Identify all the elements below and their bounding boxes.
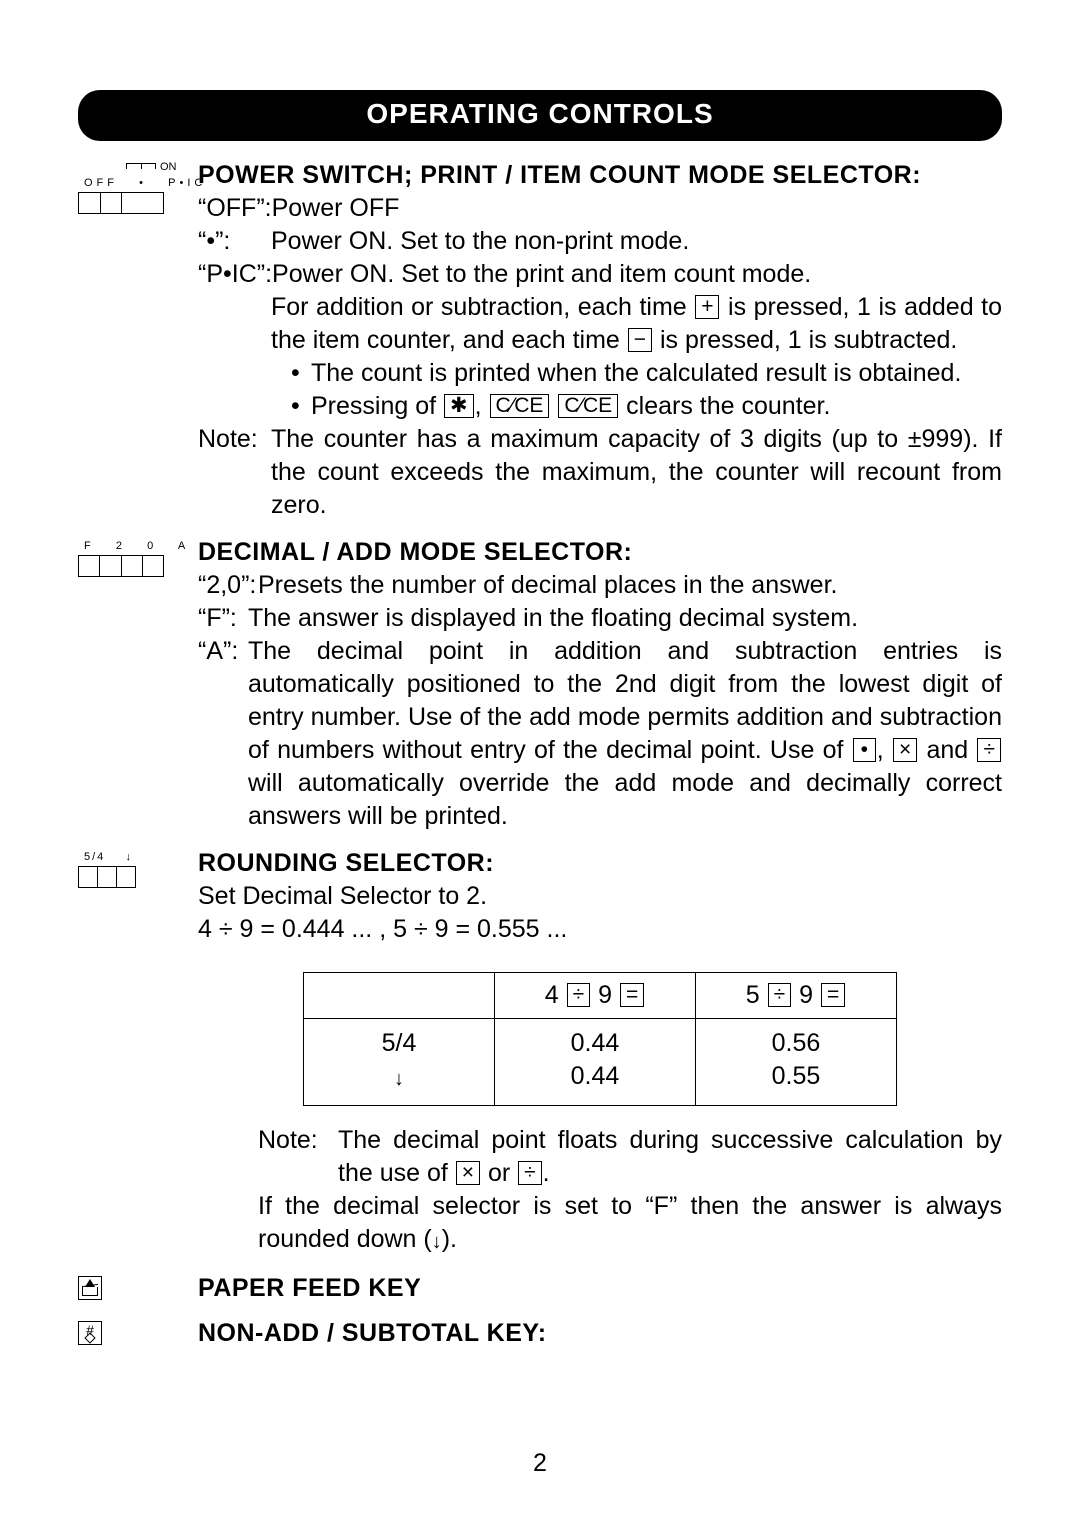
switch-body-icon — [78, 192, 164, 214]
rounding-title: ROUNDING SELECTOR: — [198, 847, 1002, 880]
minus-key-icon: − — [628, 328, 652, 352]
times-key-icon: × — [893, 738, 917, 762]
rounding-selector-section: 5/4 ↓ ROUNDING SELECTOR: Set Decimal Sel… — [78, 847, 1002, 1256]
rounding-r2c2: 0.44 — [495, 1060, 696, 1106]
page-number: 2 — [0, 1447, 1080, 1480]
decimal-title: DECIMAL / ADD MODE SELECTOR: — [198, 536, 1002, 569]
divide-key-icon: ÷ — [768, 983, 792, 1007]
clear-key-2-icon: C⁄CE — [490, 394, 550, 418]
rounding-switch-body-icon — [78, 866, 136, 888]
clear-key-3-icon: C⁄CE — [558, 394, 618, 418]
bullet-print-count: The count is printed when the calculated… — [311, 357, 961, 390]
nonadd-key-icon: # — [78, 1321, 102, 1345]
power-dot-val: Power ON. Set to the non-print mode. — [271, 225, 1002, 258]
power-switch-section: ON OFF • P•IC POWER SWITCH; PRINT / ITEM… — [78, 159, 1002, 522]
rounding-note-val: The decimal point floats during successi… — [338, 1124, 1002, 1190]
rounding-line2: 4 ÷ 9 = 0.444 ... , 5 ÷ 9 = 0.555 ... — [198, 913, 1002, 946]
power-pic-key: “P•IC”: — [198, 258, 272, 291]
rounding-switch-diagram: 5/4 ↓ — [78, 847, 198, 888]
equals-key-icon: = — [821, 983, 845, 1007]
dec-a-val: The decimal point in addition and subtra… — [248, 635, 1002, 833]
power-note-val: The counter has a maximum capacity of 3 … — [271, 423, 1002, 522]
power-switch-title: POWER SWITCH; PRINT / ITEM COUNT MODE SE… — [198, 159, 1002, 192]
section-banner: OPERATING CONTROLS — [78, 90, 1002, 141]
dec-f-val: The answer is displayed in the floating … — [248, 602, 1002, 635]
paper-feed-title: PAPER FEED KEY — [198, 1272, 1002, 1305]
power-switch-diagram: ON OFF • P•IC — [78, 159, 198, 214]
rounding-line1: Set Decimal Selector to 2. — [198, 880, 1002, 913]
divide-key-icon: ÷ — [567, 983, 591, 1007]
divide-key-icon: ÷ — [518, 1161, 542, 1185]
decimal-switch-labels: F 2 0 A — [78, 540, 198, 552]
rounding-r1c3: 0.56 — [696, 1018, 897, 1060]
nonadd-section: # NON-ADD / SUBTOTAL KEY: — [78, 1315, 1002, 1352]
clear-key-1-icon: ✱ — [444, 394, 474, 418]
switch-on-label: ON — [160, 160, 177, 175]
dec-20-key: “2,0”: — [198, 569, 258, 602]
times-key-icon: × — [456, 1161, 480, 1185]
rounding-r1c1: 5/4 — [304, 1018, 495, 1060]
rounding-th-5div9: 5 ÷ 9 = — [696, 972, 897, 1018]
power-pic-detail: For addition or subtraction, each time +… — [198, 291, 1002, 357]
dec-20-val: Presets the number of decimal places in … — [258, 569, 1002, 602]
equals-key-icon: = — [620, 983, 644, 1007]
decimal-selector-section: F 2 0 A DECIMAL / ADD MODE SELECTOR: “2,… — [78, 536, 1002, 833]
rounding-r1c2: 0.44 — [495, 1018, 696, 1060]
manual-page: OPERATING CONTROLS ON OFF • P•IC — [0, 0, 1080, 1534]
decimal-switch-diagram: F 2 0 A — [78, 536, 198, 577]
decimal-switch-body-icon — [78, 555, 164, 577]
power-off-val: Power OFF — [272, 192, 1002, 225]
paper-feed-key-icon — [78, 1276, 102, 1300]
power-note-key: Note: — [198, 423, 271, 522]
power-off-key: “OFF”: — [198, 192, 272, 225]
rounding-r2c3: 0.55 — [696, 1060, 897, 1106]
switch-positions-label: OFF • P•IC — [78, 177, 198, 189]
nonadd-title: NON-ADD / SUBTOTAL KEY: — [198, 1317, 1002, 1350]
bullet-clear-counter: Pressing of ✱, C⁄CE C⁄CE clears the coun… — [311, 390, 830, 423]
rounding-th-4div9: 4 ÷ 9 = — [495, 972, 696, 1018]
power-dot-key: “•”: — [198, 225, 271, 258]
plus-key-icon: + — [695, 295, 719, 319]
power-pic-val: Power ON. Set to the print and item coun… — [272, 258, 1002, 291]
rounding-after-note: If the decimal selector is set to “F” th… — [198, 1190, 1002, 1256]
rounding-switch-labels: 5/4 ↓ — [78, 851, 198, 863]
power-bullets: •The count is printed when the calculate… — [198, 357, 1002, 423]
dot-key-icon: • — [853, 738, 876, 762]
dec-f-key: “F”: — [198, 602, 248, 635]
rounding-r2c1: ↓ — [304, 1060, 495, 1106]
rounding-table: 4 ÷ 9 = 5 ÷ 9 = 5/4 0.44 0.56 ↓ 0.44 0.5… — [303, 972, 897, 1106]
dec-a-key: “A”: — [198, 635, 248, 833]
rounding-th-empty — [304, 972, 495, 1018]
rounding-note-key: Note: — [258, 1124, 338, 1190]
divide-key-icon: ÷ — [977, 738, 1001, 762]
paper-feed-section: PAPER FEED KEY — [78, 1270, 1002, 1307]
